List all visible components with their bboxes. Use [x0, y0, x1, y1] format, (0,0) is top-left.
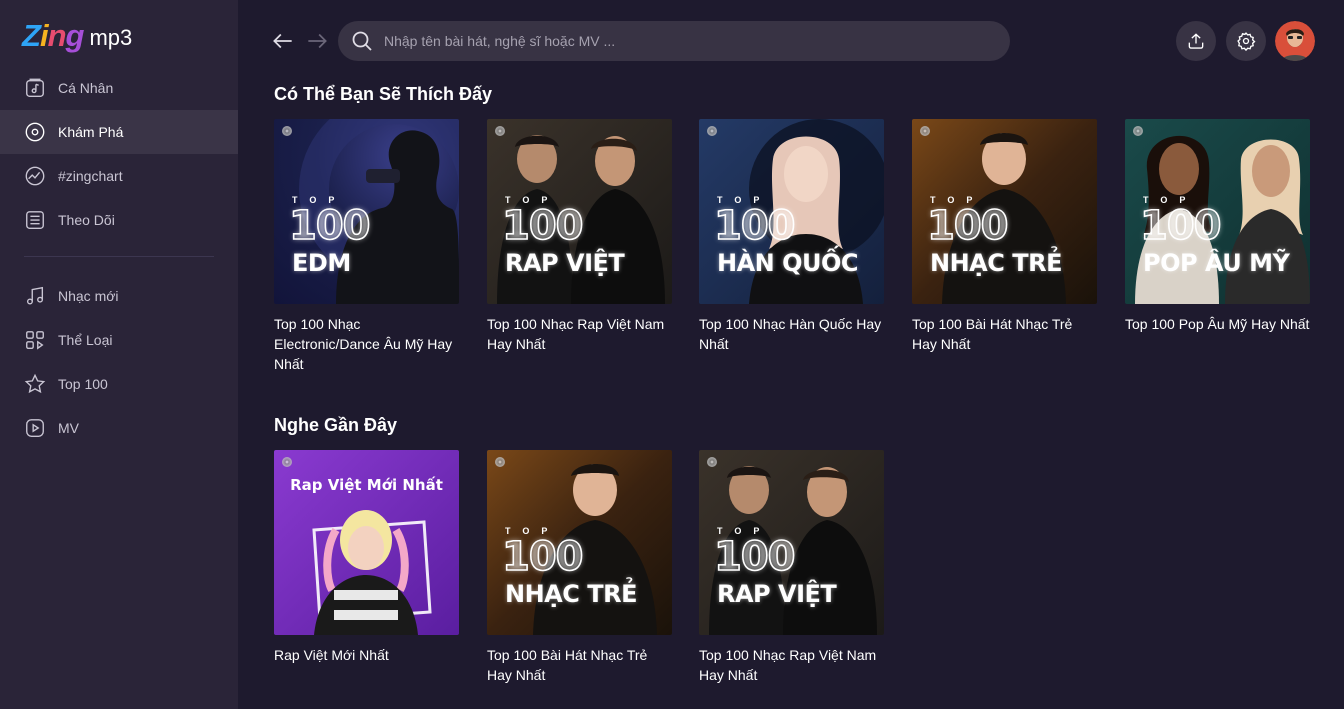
art-genre: NHẠC TRẺ	[930, 249, 1062, 277]
playlist-caption[interactable]: Top 100 Nhạc Rap Việt Nam Hay Nhất	[699, 645, 884, 685]
section-title-recent: Nghe Gần Đây	[274, 415, 398, 435]
art-title: Rap Việt Mới Nhất	[290, 476, 443, 494]
sidebar-item-label: Top 100	[58, 376, 108, 392]
disc-badge-icon	[1133, 126, 1143, 136]
art-genre: HÀN QUỐC	[717, 249, 859, 277]
playlist-card[interactable]: TOP 100 NHẠC TRẺ Top 100 Bài Hát Nhạc Tr…	[912, 119, 1097, 354]
avatar-image	[1275, 21, 1315, 61]
playlist-card[interactable]: TOP 100 RAP VIỆT Top 100 Nhạc Rap Việt N…	[487, 119, 672, 354]
playlist-thumbnail[interactable]: TOP 100 NHẠC TRẺ	[487, 450, 672, 635]
art-number: 100	[713, 533, 796, 581]
art-number: 100	[1139, 202, 1222, 250]
playlist-thumbnail[interactable]: TOP 100 HÀN QUỐC	[699, 119, 884, 304]
sidebar-item-label: MV	[58, 420, 79, 436]
playlist-thumbnail[interactable]: TOP 100 POP ÂU MỸ	[1125, 119, 1310, 304]
playlist-card[interactable]: TOP 100 EDM Top 100 Nhạc Electronic/Danc…	[274, 119, 459, 374]
playlist-card[interactable]: TOP 100 HÀN QUỐC Top 100 Nhạc Hàn Quốc H…	[699, 119, 884, 354]
disc-badge-icon	[495, 126, 505, 136]
art-genre: NHẠC TRẺ	[505, 580, 637, 608]
art-number: 100	[713, 202, 796, 250]
forward-arrow-icon[interactable]	[304, 28, 330, 54]
music-note-icon	[26, 286, 44, 305]
sidebar-item-theo-doi[interactable]: Theo Dõi	[0, 198, 238, 242]
video-icon	[26, 419, 44, 437]
playlist-caption[interactable]: Top 100 Bài Hát Nhạc Trẻ Hay Nhất	[487, 645, 672, 685]
sidebar-item-kham-pha[interactable]: Khám Phá	[0, 110, 238, 154]
playlist-card[interactable]: TOP 100 RAP VIỆT Top 100 Nhạc Rap Việt N…	[699, 450, 884, 685]
playlist-card[interactable]: Rap Việt Mới Nhất Rap Việt Mới Nhất	[274, 450, 459, 665]
art-genre: EDM	[292, 249, 351, 277]
sidebar-item-label: Nhạc mới	[58, 288, 119, 304]
playlist-card[interactable]: TOP 100 POP ÂU MỸ Top 100 Pop Âu Mỹ Hay …	[1125, 119, 1310, 334]
art-number: 100	[288, 202, 371, 250]
playlist-thumbnail[interactable]: TOP 100 NHẠC TRẺ	[912, 119, 1097, 304]
disc-badge-icon	[920, 126, 930, 136]
playlist-caption[interactable]: Top 100 Nhạc Electronic/Dance Âu Mỹ Hay …	[274, 314, 459, 374]
search-icon	[352, 31, 372, 51]
sidebar-divider	[24, 256, 214, 257]
sidebar-item-label: #zingchart	[58, 168, 123, 184]
playlist-caption[interactable]: Top 100 Nhạc Hàn Quốc Hay Nhất	[699, 314, 884, 354]
logo-brand: Zing	[22, 18, 84, 53]
sidebar: Zing mp3 Cá Nhân Khám Phá #zingchart The…	[0, 0, 238, 709]
upload-button[interactable]	[1176, 21, 1216, 61]
art-genre: RAP VIỆT	[505, 249, 625, 277]
star-icon	[24, 373, 46, 394]
search-bar[interactable]	[338, 21, 1010, 61]
sidebar-item-label: Thể Loại	[58, 332, 113, 348]
header	[238, 0, 1344, 80]
sidebar-item-the-loai[interactable]: Thể Loại	[0, 318, 238, 362]
music-library-icon	[26, 78, 44, 97]
sidebar-item-label: Theo Dõi	[58, 212, 115, 228]
playlist-thumbnail[interactable]: Rap Việt Mới Nhất	[274, 450, 459, 635]
playlist-caption[interactable]: Top 100 Pop Âu Mỹ Hay Nhất	[1125, 314, 1310, 334]
playlist-caption[interactable]: Rap Việt Mới Nhất	[274, 645, 459, 665]
art-number: 100	[501, 202, 584, 250]
disc-badge-icon	[495, 457, 505, 467]
playlist-thumbnail[interactable]: TOP 100 RAP VIỆT	[487, 119, 672, 304]
disc-badge-icon	[707, 126, 717, 136]
playlist-caption[interactable]: Top 100 Bài Hát Nhạc Trẻ Hay Nhất	[912, 314, 1097, 354]
gear-icon	[1237, 32, 1256, 51]
art-number: 100	[501, 533, 584, 581]
chart-icon	[25, 166, 45, 186]
sidebar-item-mv[interactable]: MV	[0, 406, 238, 450]
back-arrow-icon[interactable]	[270, 28, 296, 54]
feed-icon	[26, 211, 44, 229]
art-genre: POP ÂU MỸ	[1143, 249, 1290, 277]
disc-icon	[25, 122, 45, 142]
section-title-suggested: Có Thể Bạn Sẽ Thích Đấy	[274, 84, 493, 104]
art-number: 100	[926, 202, 1009, 250]
sidebar-primary-nav: Cá Nhân Khám Phá #zingchart Theo Dõi	[0, 66, 238, 242]
sidebar-item-zingchart[interactable]: #zingchart	[0, 154, 238, 198]
upload-icon	[1188, 33, 1204, 49]
search-input[interactable]	[384, 33, 984, 49]
disc-badge-icon	[707, 457, 717, 467]
disc-badge-icon	[282, 126, 292, 136]
category-icon	[26, 331, 44, 350]
sidebar-item-nhac-moi[interactable]: Nhạc mới	[0, 274, 238, 318]
sidebar-item-ca-nhan[interactable]: Cá Nhân	[0, 66, 238, 110]
logo-product: mp3	[89, 25, 133, 50]
settings-button[interactable]	[1226, 21, 1266, 61]
sidebar-item-label: Khám Phá	[58, 124, 124, 140]
playlist-thumbnail[interactable]: TOP 100 EDM	[274, 119, 459, 304]
playlist-card[interactable]: TOP 100 NHẠC TRẺ Top 100 Bài Hát Nhạc Tr…	[487, 450, 672, 685]
playlist-caption[interactable]: Top 100 Nhạc Rap Việt Nam Hay Nhất	[487, 314, 672, 354]
disc-badge-icon	[282, 457, 292, 467]
sidebar-item-label: Cá Nhân	[58, 80, 114, 96]
art-genre: RAP VIỆT	[717, 580, 837, 608]
user-avatar[interactable]	[1275, 21, 1315, 61]
sidebar-secondary-nav: Nhạc mới Thể Loại Top 100 MV	[0, 274, 238, 450]
playlist-thumbnail[interactable]: TOP 100 RAP VIỆT	[699, 450, 884, 635]
sidebar-item-top-100[interactable]: Top 100	[0, 362, 238, 406]
zing-mp3-logo[interactable]: Zing mp3	[22, 14, 132, 54]
